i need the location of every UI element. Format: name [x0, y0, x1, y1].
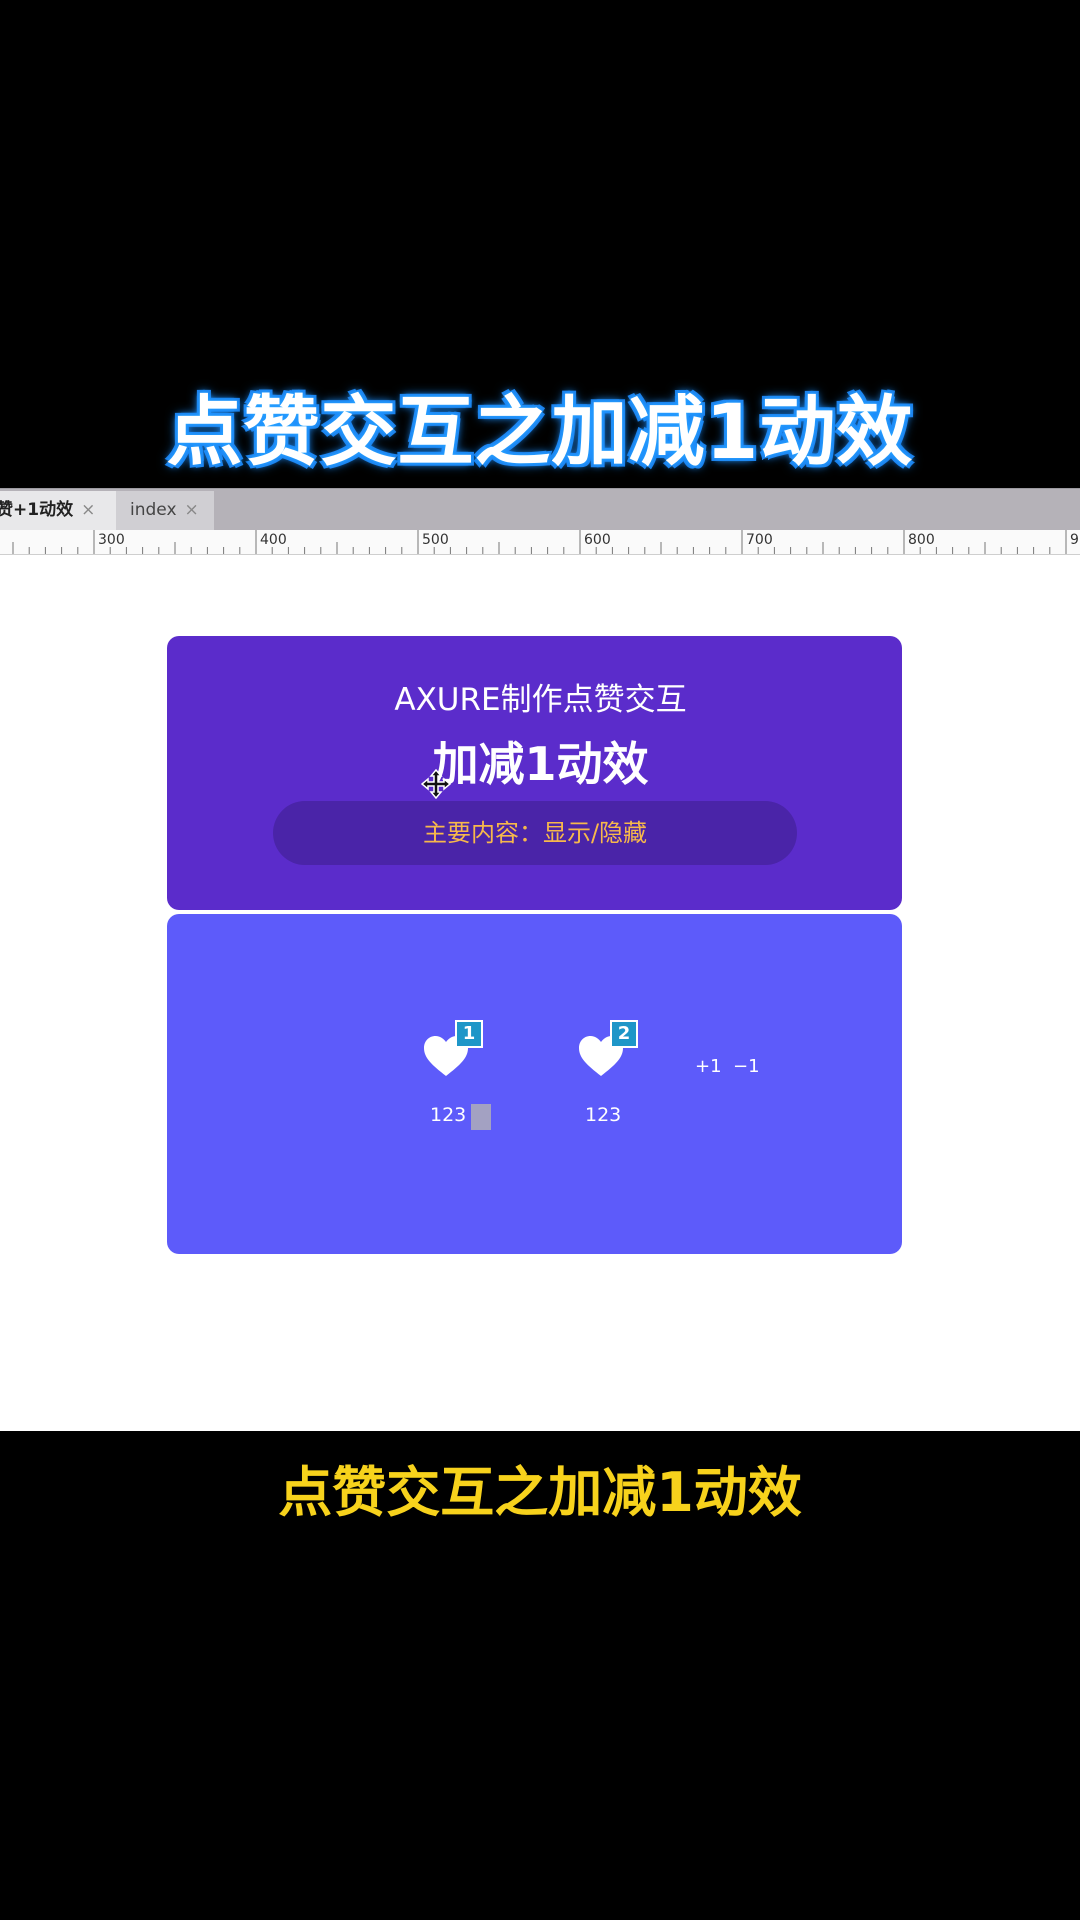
- ruler-label: 400: [260, 532, 287, 548]
- plus-one-label[interactable]: +1: [695, 1056, 722, 1077]
- like-badge: 2: [610, 1020, 638, 1048]
- demo-card: 1 123 2 123 +1 −1: [167, 914, 902, 1254]
- text-caret: [471, 1104, 491, 1130]
- content-pill[interactable]: 主要内容：显示/隐藏: [273, 801, 797, 865]
- header-card: AXURE制作点赞交互 加减1动效 主要内容：显示/隐藏: [167, 636, 902, 910]
- editor-window: 赞+1动效 × index × 300 400 500 600 700 800 9 …: [0, 488, 1080, 1431]
- tab-active[interactable]: 赞+1动效 ×: [0, 491, 116, 531]
- like-count: 123: [585, 1104, 622, 1126]
- video-bottom-caption: 点赞交互之加减1动效: [278, 1461, 802, 1524]
- horizontal-ruler: 300 400 500 600 700 800 9: [0, 530, 1080, 555]
- card-title: 加减1动效: [432, 737, 649, 791]
- video-top-title: 点赞交互之加减1动效: [166, 387, 914, 476]
- minus-one-label[interactable]: −1: [733, 1056, 760, 1077]
- ruler-label: 500: [422, 532, 449, 548]
- ruler-label: 700: [746, 532, 773, 548]
- like-count: 123: [430, 1104, 467, 1126]
- tab-bar: 赞+1动效 × index ×: [0, 488, 1080, 531]
- move-cursor-icon: [421, 769, 451, 799]
- close-icon[interactable]: ×: [81, 500, 95, 520]
- close-icon[interactable]: ×: [185, 500, 199, 520]
- tab-index[interactable]: index ×: [116, 491, 214, 531]
- ruler-label: 800: [908, 532, 935, 548]
- card-subtitle: AXURE制作点赞交互: [394, 682, 687, 718]
- tab-label: 赞+1动效: [0, 500, 74, 520]
- ruler-label: 9: [1070, 532, 1079, 548]
- tab-label: index: [130, 500, 177, 520]
- ruler-label: 600: [584, 532, 611, 548]
- like-badge: 1: [455, 1020, 483, 1048]
- ruler-label: 300: [98, 532, 125, 548]
